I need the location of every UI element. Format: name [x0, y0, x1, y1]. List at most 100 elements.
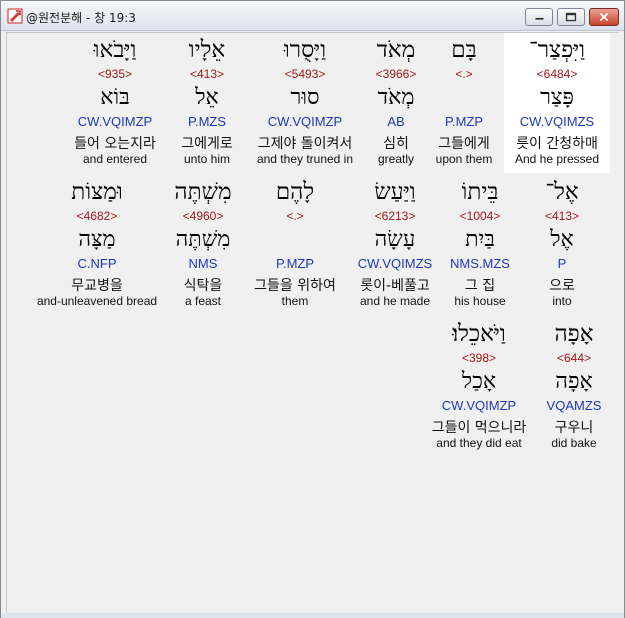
title-bar[interactable]: @원전분해 - 창 19:3: [1, 1, 624, 31]
strong-number: <6213>: [374, 209, 416, 223]
korean-gloss: 으로: [549, 278, 575, 294]
word-block[interactable]: מְאֹד <3966> מְאֹד AB 심히 greatly: [361, 33, 431, 173]
parse-code: P: [557, 256, 567, 271]
english-gloss: and-unleavened bread: [36, 294, 158, 308]
parse-code: CW.VQIMZS: [357, 256, 433, 271]
strong-number: <4960>: [182, 209, 224, 223]
korean-gloss: 무교병을: [71, 278, 123, 294]
verse-line-3: אָפָה <644> אָפָה VQAMZS 구우니 did bake וַ…: [7, 317, 620, 459]
english-gloss: And he pressed: [514, 152, 600, 166]
english-gloss: upon them: [435, 152, 493, 166]
lemma: בּוֹא: [100, 85, 130, 110]
english-gloss: them: [281, 294, 309, 308]
korean-gloss: 구우니: [554, 420, 594, 436]
lemma: אָכַל: [461, 369, 497, 394]
word-block[interactable]: בֵּיתוֹ <1004> בַּיִת NMS.MZS 그 집 his ho…: [441, 175, 519, 315]
parse-code: P.MZS: [187, 114, 227, 129]
strong-number: <.>: [455, 67, 473, 81]
strong-number: <6484>: [536, 67, 578, 81]
korean-gloss: 식탁을: [183, 278, 223, 294]
korean-gloss: 롯이-베풀고: [360, 278, 430, 294]
parse-code: P.MZP: [444, 114, 484, 129]
lemma: סוּר: [290, 85, 320, 110]
parse-code: CW.VQIMZS: [519, 114, 595, 129]
korean-gloss: 그제야 돌이켜서: [257, 136, 353, 152]
hebrew-word: מְאֹד: [376, 37, 416, 63]
english-gloss: and they did eat: [436, 436, 522, 450]
strong-number: <3966>: [375, 67, 417, 81]
korean-gloss: 심히: [383, 136, 409, 152]
hebrew-word: וַיָּסֻרוּ: [283, 37, 327, 63]
hebrew-word: בֵּיתוֹ: [461, 179, 499, 205]
korean-gloss: 릇이 간청하매: [516, 136, 598, 152]
hebrew-word: אֶל־: [545, 179, 579, 205]
strong-number: <.>: [286, 209, 304, 223]
word-block[interactable]: אֵלָיו <413> אֵל P.MZS 그에게로 unto him: [171, 33, 243, 173]
korean-gloss: 그들에게: [438, 136, 490, 152]
hebrew-word: לָהֶם: [275, 179, 315, 205]
lemma: מְאֹד: [377, 85, 415, 110]
word-block[interactable]: אֶל־ <413> אֶל P 으로 into: [523, 175, 601, 315]
word-block[interactable]: בָּם <.> P.MZP 그들에게 upon them: [428, 33, 500, 173]
lemma: בַּיִת: [465, 227, 495, 252]
english-gloss: did bake: [551, 436, 597, 450]
english-gloss: his house: [454, 294, 506, 308]
lemma: מִשְׁתֶּה: [175, 227, 231, 252]
strong-number: <644>: [556, 351, 592, 365]
hebrew-word: אָפָה: [554, 321, 594, 347]
lemma: מַצָּה: [78, 227, 116, 252]
korean-gloss: 그들이 먹으니라: [431, 420, 527, 436]
parse-code: CW.VQIMZP: [77, 114, 153, 129]
strong-number: <398>: [461, 351, 497, 365]
parse-code: P.MZP: [275, 256, 315, 271]
parse-code: AB: [387, 114, 405, 129]
lemma: אֶל: [550, 227, 574, 252]
english-gloss: into: [552, 294, 572, 308]
strong-number: <413>: [189, 67, 225, 81]
close-button[interactable]: [589, 8, 619, 26]
verse-line-2: אֶל־ <413> אֶל P 으로 into בֵּיתוֹ <1004> …: [7, 175, 620, 317]
korean-gloss: 들어 오는지라: [74, 136, 156, 152]
word-block[interactable]: וַיִּפְצַר־ <6484> פָּצַר CW.VQIMZS 릇이 간…: [504, 33, 610, 173]
parse-code: CW.VQIMZP: [441, 398, 517, 413]
word-block[interactable]: וַיָּבֹאוּ <935> בּוֹא CW.VQIMZP 들어 오는지라…: [67, 33, 163, 173]
hebrew-word: מִשְׁתֶּה: [174, 179, 232, 205]
strong-number: <5493>: [284, 67, 326, 81]
hebrew-word: וּמַצּוֹת: [71, 179, 123, 205]
lemma: עָשָׂה: [374, 227, 416, 252]
word-block[interactable]: מִשְׁתֶּה <4960> מִשְׁתֶּה NMS 식탁을 a fea…: [165, 175, 241, 315]
korean-gloss: 그들을 위하여: [254, 278, 336, 294]
english-gloss: greatly: [377, 152, 415, 166]
lemma: אָפָה: [555, 369, 593, 394]
word-block[interactable]: לָהֶם <.> P.MZP 그들을 위하여 them: [243, 175, 347, 315]
verse-line-1: וַיִּפְצַר־ <6484> פָּצַר CW.VQIMZS 릇이 간…: [7, 33, 620, 175]
hebrew-word: וַיֹּאכֵלוּ׃: [452, 321, 506, 347]
hebrew-word: וַיָּבֹאוּ: [93, 37, 137, 63]
hebrew-word: אֵלָיו: [188, 37, 226, 63]
parse-code: NMS: [188, 256, 218, 271]
word-block[interactable]: וַיָּסֻרוּ <5493> סוּר CW.VQIMZP 그제야 돌이켜…: [247, 33, 363, 173]
parse-code: VQAMZS: [546, 398, 602, 413]
english-gloss: a feast: [184, 294, 222, 308]
korean-gloss: 그에게로: [181, 136, 233, 152]
minimize-button[interactable]: [525, 8, 553, 26]
hebrew-word: בָּם: [451, 37, 477, 63]
hebrew-word: וַיִּפְצַר־: [528, 37, 586, 63]
word-block[interactable]: וַיֹּאכֵלוּ׃ <398> אָכַל CW.VQIMZP 그들이 먹…: [417, 317, 541, 457]
english-gloss: and entered: [82, 152, 148, 166]
word-block[interactable]: אָפָה <644> אָפָה VQAMZS 구우니 did bake: [535, 317, 613, 457]
english-gloss: and they truned in: [256, 152, 354, 166]
hebrew-word: וַיַּעַשׂ: [374, 179, 416, 205]
lemma: פָּצַר: [540, 85, 574, 110]
word-block[interactable]: וַיַּעַשׂ <6213> עָשָׂה CW.VQIMZS 롯이-베풀고…: [351, 175, 439, 315]
korean-gloss: 그 집: [464, 278, 496, 294]
parse-code: CW.VQIMZP: [267, 114, 343, 129]
strong-number: <1004>: [459, 209, 501, 223]
window-bottom-border: [1, 613, 624, 618]
parse-code: NMS.MZS: [450, 256, 510, 271]
app-icon[interactable]: [7, 8, 23, 24]
word-block[interactable]: וּמַצּוֹת <4682> מַצָּה C.NFP 무교병을 and-u…: [29, 175, 165, 315]
interlinear-view[interactable]: וַיִּפְצַר־ <6484> פָּצַר CW.VQIMZS 릇이 간…: [6, 32, 619, 614]
maximize-button[interactable]: [557, 8, 585, 26]
app-window: @원전분해 - 창 19:3 וַיִּפְצַר־ <6484> פָּצַר…: [0, 0, 625, 618]
